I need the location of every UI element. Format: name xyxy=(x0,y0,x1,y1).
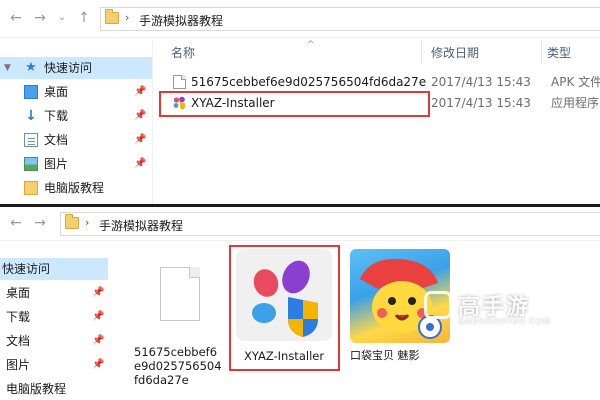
tile-label: 51675cebbef6e9d025756504fd6da27e xyxy=(134,345,222,387)
breadcrumb-separator: › xyxy=(125,11,130,24)
sort-ascending-icon: ^ xyxy=(307,40,315,50)
recent-locations-icon[interactable]: ⌄ xyxy=(54,10,70,26)
sidebar-item-label: 电脑版教程 xyxy=(44,181,105,195)
navigation-bar: ← → › 手游模拟器教程 xyxy=(0,207,600,241)
file-type: 应用程序 xyxy=(551,96,600,110)
sidebar-item-label: 快速访问 xyxy=(44,61,93,75)
navigation-pane: 快速访问 桌面 📌 下载 📌 文档 📌 图片 📌 电脑版教程 xyxy=(0,241,108,400)
up-icon[interactable]: ↑ xyxy=(76,10,92,26)
sidebar-item-pictures[interactable]: 图片 📌 xyxy=(0,354,108,376)
file-date: 2017/4/13 15:43 xyxy=(431,75,531,89)
folder-icon xyxy=(24,181,38,195)
pin-icon[interactable]: 📌 xyxy=(92,306,104,328)
watermark: 高手游 GAOSHOUYOU.COM xyxy=(424,289,554,329)
watermark-subtitle: GAOSHOUYOU.COM xyxy=(458,317,552,326)
folder-icon xyxy=(105,9,119,24)
sidebar-item-desktop[interactable]: 桌面 📌 xyxy=(0,81,152,103)
column-divider[interactable] xyxy=(541,40,542,64)
watermark-logo-icon xyxy=(424,291,452,319)
document-icon xyxy=(24,133,38,147)
blank-file-icon xyxy=(130,249,230,339)
sidebar-item-quick-access[interactable]: ▼ ★ 快速访问 xyxy=(0,57,152,79)
pin-icon[interactable]: 📌 xyxy=(134,81,146,103)
column-header-date[interactable]: 修改日期 xyxy=(431,44,479,62)
chevron-down-icon[interactable]: ▼ xyxy=(4,57,11,79)
breadcrumb-current[interactable]: 手游模拟器教程 xyxy=(99,217,183,234)
forward-icon[interactable]: → xyxy=(32,10,48,26)
sidebar-item-pictures[interactable]: 图片 📌 xyxy=(0,153,152,175)
folder-icon xyxy=(65,214,79,229)
address-bar[interactable]: › 手游模拟器教程 xyxy=(100,7,600,31)
pin-icon[interactable]: 📌 xyxy=(92,282,104,304)
sidebar-item-label: 下载 xyxy=(44,109,69,123)
file-date: 2017/4/13 15:43 xyxy=(431,96,531,110)
file-name: 51675cebbef6e9d025756504fd6da27e xyxy=(191,75,427,89)
navigation-pane: ▼ ★ 快速访问 桌面 📌 ↓ 下载 📌 文档 📌 图片 📌 电脑版教程 xyxy=(0,38,152,204)
sidebar-item-label: 图片 xyxy=(6,358,31,372)
highlight-box xyxy=(229,245,340,371)
sidebar-item-label: 快速访问 xyxy=(2,262,51,276)
sidebar-item-pc-tutorials[interactable]: 电脑版教程 xyxy=(0,177,152,199)
pin-icon[interactable]: 📌 xyxy=(92,354,104,376)
sidebar-item-label: 文档 xyxy=(44,133,69,147)
column-header-name[interactable]: ^ 名称 xyxy=(171,40,315,62)
sidebar-item-label: 桌面 xyxy=(44,85,69,99)
sidebar-item-quick-access[interactable]: 快速访问 xyxy=(0,258,108,280)
pictures-icon xyxy=(24,157,38,171)
pin-icon[interactable]: 📌 xyxy=(134,129,146,151)
file-type: APK 文件 xyxy=(551,75,600,89)
sidebar-item-documents[interactable]: 文档 📌 xyxy=(0,330,108,352)
explorer-window-icons: ← → › 手游模拟器教程 快速访问 桌面 📌 下载 📌 文档 📌 图片 📌 电… xyxy=(0,207,600,400)
explorer-window-details: ← → ⌄ ↑ › 手游模拟器教程 ▼ ★ 快速访问 桌面 📌 ↓ 下载 📌 文… xyxy=(0,0,600,204)
sidebar-item-pc-tutorials[interactable]: 电脑版教程 xyxy=(0,378,108,400)
file-icon xyxy=(173,75,186,89)
pin-icon[interactable]: 📌 xyxy=(134,153,146,175)
tile-label: 口袋宝贝 魅影 xyxy=(350,349,420,362)
desktop-icon xyxy=(24,85,38,99)
sidebar-item-desktop[interactable]: 桌面 📌 xyxy=(0,282,108,304)
back-icon[interactable]: ← xyxy=(8,215,24,231)
column-header-type[interactable]: 类型 xyxy=(547,44,571,62)
pin-icon[interactable]: 📌 xyxy=(92,330,104,352)
pin-icon[interactable]: 📌 xyxy=(134,105,146,127)
breadcrumb-separator: › xyxy=(85,216,90,229)
sidebar-item-label: 图片 xyxy=(44,157,69,171)
sidebar-item-label: 桌面 xyxy=(6,286,31,300)
sidebar-item-downloads[interactable]: 下载 📌 xyxy=(0,306,108,328)
column-divider[interactable] xyxy=(421,40,422,64)
download-icon: ↓ xyxy=(25,108,37,124)
back-icon[interactable]: ← xyxy=(8,10,24,26)
file-tile[interactable]: 51675cebbef6e9d025756504fd6da27e xyxy=(130,249,230,399)
sidebar-item-label: 电脑版教程 xyxy=(6,382,67,396)
star-icon: ★ xyxy=(25,60,37,75)
sidebar-item-downloads[interactable]: ↓ 下载 📌 xyxy=(0,105,152,127)
forward-icon[interactable]: → xyxy=(32,215,48,231)
highlight-box xyxy=(159,91,430,117)
sidebar-item-label: 文档 xyxy=(6,334,31,348)
address-bar[interactable]: › 手游模拟器教程 xyxy=(60,212,600,236)
navigation-bar: ← → ⌄ ↑ › 手游模拟器教程 xyxy=(0,0,600,38)
file-row[interactable]: 51675cebbef6e9d025756504fd6da27e 2017/4/… xyxy=(153,72,600,92)
breadcrumb-current[interactable]: 手游模拟器教程 xyxy=(139,12,223,29)
file-list: ^ 名称 修改日期 类型 51675cebbef6e9d025756504fd6… xyxy=(152,38,600,204)
sidebar-item-documents[interactable]: 文档 📌 xyxy=(0,129,152,151)
sidebar-item-label: 下载 xyxy=(6,310,31,324)
column-label: 名称 xyxy=(171,46,196,60)
